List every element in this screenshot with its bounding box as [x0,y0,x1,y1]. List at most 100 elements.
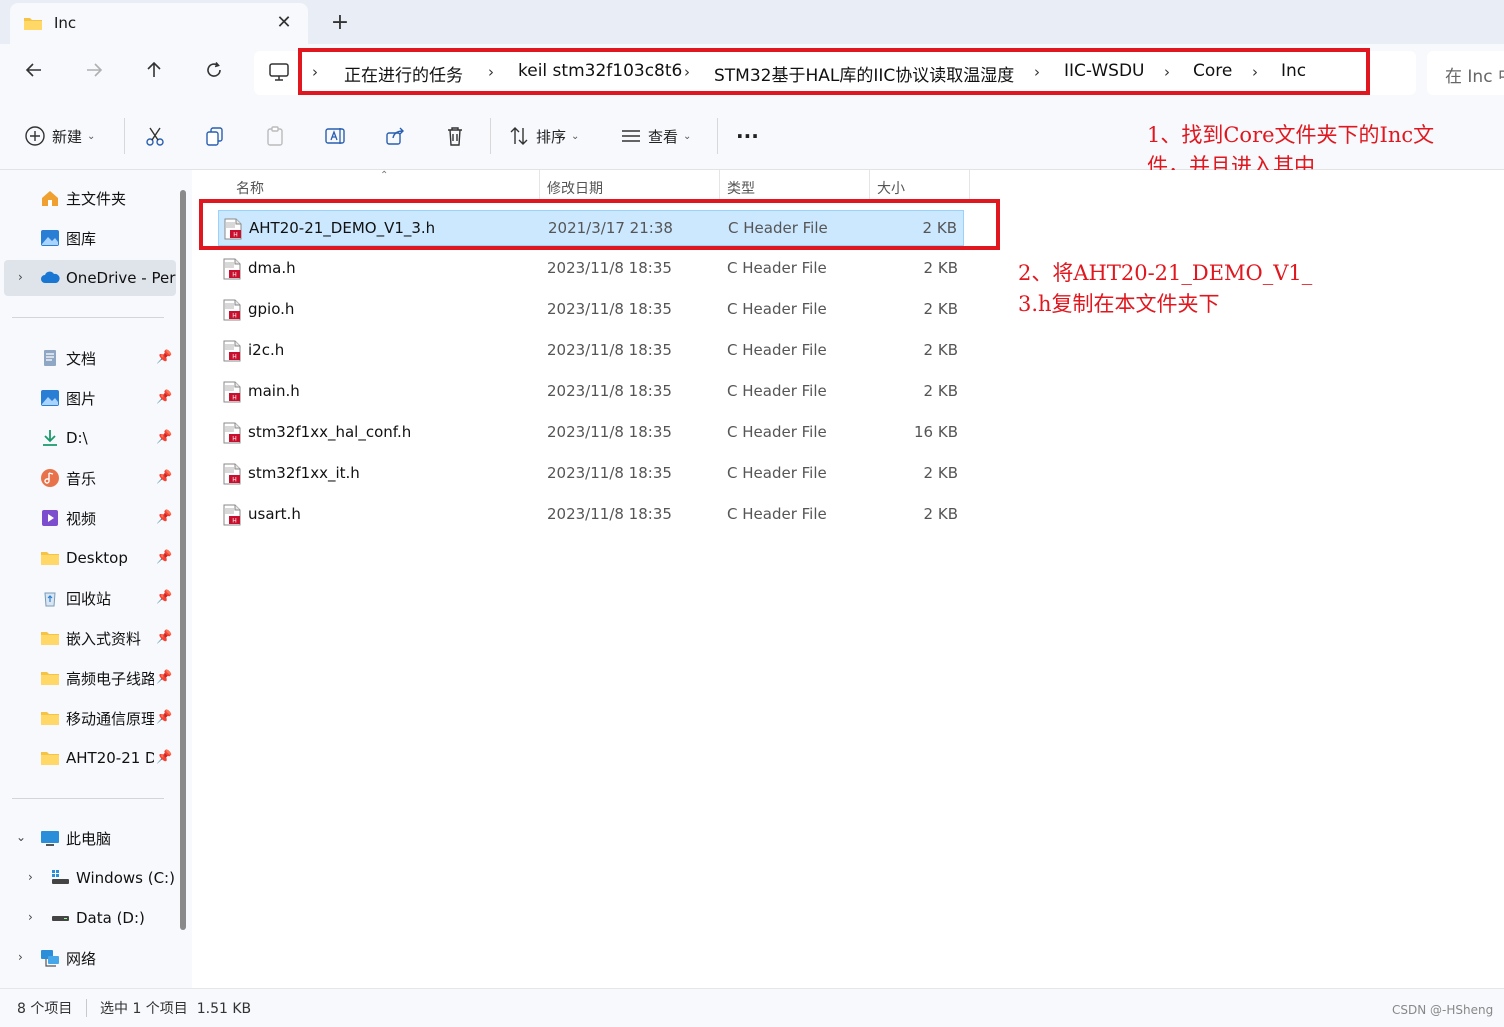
pin-icon: 📌 [156,430,173,445]
file-name: stm32f1xx_it.h [248,464,360,482]
highlight-box-file [199,199,1000,250]
sidebar-item-label: Windows (C:) [76,869,175,887]
cut-button[interactable] [144,122,166,150]
sidebar-item-documents[interactable]: 文档 [40,340,96,376]
file-type: C Header File [727,382,827,400]
rename-button[interactable] [324,122,346,150]
chevron-right-icon[interactable]: › [18,270,23,284]
close-tab-button[interactable]: ✕ [272,11,296,35]
delete-button[interactable] [444,122,466,150]
sidebar-item-label: Data (D:) [76,909,145,927]
file-row[interactable]: Hmain.h 2023/11/8 18:35 C Header File 2 KB [218,374,964,410]
sidebar-item-drive-c[interactable]: Windows (C:) [50,860,175,896]
highlight-box-address [298,48,1370,95]
sidebar-item-pictures[interactable]: 图片 [40,380,96,416]
sort-ascending-icon: ⌃ [380,170,389,181]
column-header-name[interactable]: 名称 [236,178,264,198]
file-type: C Header File [727,341,827,359]
sidebar-item-mobile-comm[interactable]: 移动通信原理 [40,700,154,736]
file-size: 2 KB [923,341,958,359]
sidebar-item-label: 文档 [66,349,97,368]
sidebar-scrollbar[interactable] [180,190,186,930]
copy-button[interactable] [204,122,226,150]
sidebar-item-network[interactable]: 网络 [40,940,96,976]
pin-icon: 📌 [156,630,173,645]
more-options-button[interactable]: ··· [736,122,759,150]
sidebar-item-label: 图片 [66,389,97,408]
c-header-file-icon: H [222,381,242,403]
forward-button[interactable] [77,56,111,90]
navigation-pane: 主文件夹 图库 OneDrive - Per › 文档 📌 图片 📌 D:\ 📌… [0,170,192,988]
chevron-right-icon[interactable]: › [28,870,33,884]
file-row[interactable]: Hi2c.h 2023/11/8 18:35 C Header File 2 KB [218,333,964,369]
sidebar-item-onedrive[interactable]: OneDrive - Per [4,260,176,296]
sidebar-item-home[interactable]: 主文件夹 [40,180,126,216]
new-button[interactable]: 新建 ⌄ [24,122,95,150]
pin-icon: 📌 [156,750,173,765]
file-type: C Header File [727,464,827,482]
view-button[interactable]: 查看 ⌄ [620,122,691,150]
column-divider[interactable] [539,170,540,200]
sidebar-item-recycle-bin[interactable]: 回收站 [40,580,111,616]
pin-icon: 📌 [156,470,173,485]
folder-icon [24,18,42,30]
sidebar-item-desktop[interactable]: Desktop [40,540,128,576]
file-row[interactable]: Husart.h 2023/11/8 18:35 C Header File 2 KB [218,497,964,533]
copy-icon [206,127,223,146]
status-bar: 8 个项目 选中 1 个项目 1.51 KB CSDN @-HSheng [0,988,1504,1027]
new-tab-button[interactable]: + [326,9,354,37]
search-input[interactable]: 在 Inc 中 [1427,51,1504,95]
column-header-type[interactable]: 类型 [727,178,755,198]
view-list-icon [622,130,640,142]
sidebar-item-label: 嵌入式资料 [66,629,142,648]
file-row[interactable]: Hdma.h 2023/11/8 18:35 C Header File 2 KB [218,251,964,287]
column-divider[interactable] [869,170,870,200]
column-divider[interactable] [969,170,970,200]
share-button[interactable] [384,122,406,150]
file-size: 2 KB [923,259,958,277]
monitor-icon [41,831,59,846]
column-header-size[interactable]: 大小 [877,178,905,198]
tab-inc[interactable]: Inc ✕ [10,3,308,44]
sidebar-item-music[interactable]: 音乐 [40,460,96,496]
sidebar-item-this-pc[interactable]: 此电脑 [40,820,111,856]
sidebar-divider [12,317,164,318]
file-size: 2 KB [923,464,958,482]
column-divider[interactable] [719,170,720,200]
sidebar-item-videos[interactable]: 视频 [40,500,96,536]
home-icon [42,191,58,206]
view-label: 查看 [648,127,679,146]
file-row[interactable]: Hgpio.h 2023/11/8 18:35 C Header File 2 KB [218,292,964,328]
recycle-bin-icon [44,592,56,607]
refresh-button[interactable] [197,56,231,90]
chevron-right-icon[interactable]: › [28,910,33,924]
up-button[interactable] [137,56,171,90]
selection-info: 选中 1 个项目 1.51 KB [100,1001,252,1017]
sidebar-item-aht20[interactable]: AHT20-21 DEMO [40,740,154,776]
sidebar-item-label: 回收站 [66,589,112,608]
file-date: 2023/11/8 18:35 [547,259,672,277]
chevron-down-icon[interactable]: ⌄ [16,830,26,844]
chevron-right-icon[interactable]: › [18,950,23,964]
sidebar-item-downloads[interactable]: D:\ [40,420,88,456]
file-date: 2023/11/8 18:35 [547,300,672,318]
svg-text:H: H [232,354,237,361]
paste-button[interactable] [264,122,286,150]
sidebar-item-gallery[interactable]: 图库 [40,220,96,256]
column-header-date[interactable]: 修改日期 [547,178,603,198]
file-row[interactable]: Hstm32f1xx_hal_conf.h 2023/11/8 18:35 C He… [218,415,964,451]
sort-button[interactable]: 排序 ⌄ [508,122,579,150]
picture-icon [41,390,59,406]
item-count: 8 个项目 [17,1001,73,1017]
sidebar-item-hf-circuits[interactable]: 高频电子线路 [40,660,154,696]
toolbar-divider [490,118,491,154]
toolbar-divider [124,118,125,154]
sidebar-item-label: AHT20-21 DEMO [66,749,154,767]
sidebar-item-embedded[interactable]: 嵌入式资料 [40,620,141,656]
rename-icon [325,128,345,144]
network-icon [41,950,59,967]
sidebar-item-drive-d[interactable]: Data (D:) [50,900,145,936]
back-button[interactable] [17,56,51,90]
tab-bar: Inc ✕ + [0,0,1504,44]
file-row[interactable]: Hstm32f1xx_it.h 2023/11/8 18:35 C Header F… [218,456,964,492]
